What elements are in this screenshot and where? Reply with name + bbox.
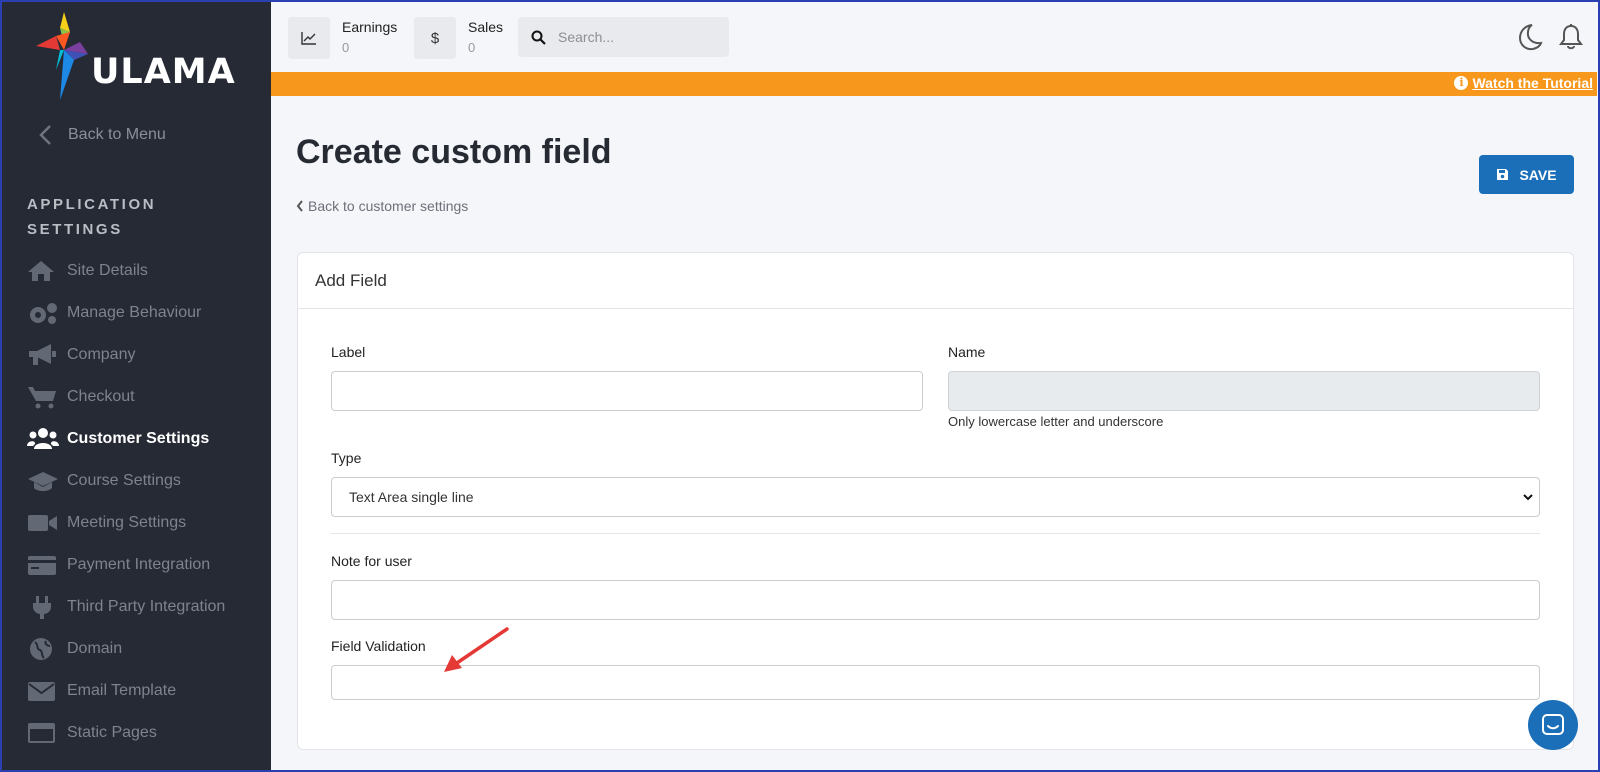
users-icon (27, 427, 59, 451)
floppy-disk-icon (1497, 169, 1509, 180)
sidebar-item-label: Manage Behaviour (67, 304, 202, 321)
sidebar-item-label: Checkout (67, 388, 135, 405)
sidebar-item-manage-behaviour[interactable]: Manage Behaviour (27, 292, 267, 334)
tutorial-banner: i Watch the Tutorial (271, 72, 1597, 96)
back-to-customer-settings-link[interactable]: Back to customer settings (296, 198, 468, 214)
back-to-menu-link[interactable]: Back to Menu (34, 123, 166, 147)
info-icon: i (1454, 76, 1469, 90)
sidebar-item-label: Third Party Integration (67, 598, 226, 615)
sidebar-item-label: Payment Integration (67, 556, 211, 573)
graduation-cap-icon (27, 469, 59, 493)
save-label: SAVE (1519, 166, 1557, 183)
page-title: Create custom field (296, 133, 612, 171)
search-box (518, 17, 729, 57)
chat-icon (1542, 714, 1564, 735)
note-input[interactable] (331, 580, 1540, 620)
type-select[interactable]: Text Area single line (331, 477, 1540, 517)
validation-field-label: Field Validation (331, 638, 426, 654)
type-field-label: Type (331, 450, 362, 466)
sidebar-item-payment-integration[interactable]: Payment Integration (27, 544, 267, 586)
top-bar: Earnings 0 $ Sales 0 (271, 3, 1597, 72)
brand-name: ULAMA (91, 52, 236, 92)
chevron-left-icon (39, 125, 51, 145)
sidebar: ULAMA Back to Menu APPLICATION SETTINGS … (0, 0, 271, 772)
field-validation-input[interactable] (331, 665, 1540, 700)
watch-tutorial-link[interactable]: i Watch the Tutorial (1454, 75, 1593, 91)
section-title: APPLICATION SETTINGS (27, 196, 157, 238)
search-input[interactable] (558, 29, 718, 45)
sidebar-item-meeting-settings[interactable]: Meeting Settings (27, 502, 267, 544)
window-icon (27, 721, 59, 745)
sidebar-item-label: Meeting Settings (67, 514, 187, 531)
sidebar-item-label: Static Pages (67, 724, 157, 741)
earnings-label: Earnings (342, 19, 398, 35)
sidebar-item-label: Customer Settings (67, 430, 210, 447)
save-button[interactable]: SAVE (1479, 155, 1574, 194)
search-icon (518, 30, 558, 45)
ulama-logo[interactable]: ULAMA (34, 10, 244, 102)
chat-launcher-button[interactable] (1528, 700, 1578, 750)
sidebar-item-static-pages[interactable]: Static Pages (27, 712, 267, 754)
watch-tutorial-label: Watch the Tutorial (1472, 75, 1593, 91)
bell-icon (1559, 24, 1583, 50)
card-title: Add Field (298, 253, 1573, 309)
back-to-menu-label: Back to Menu (68, 126, 166, 143)
video-icon (27, 511, 59, 535)
sidebar-item-site-details[interactable]: Site Details (27, 250, 267, 292)
sidebar-item-label: Course Settings (67, 472, 181, 489)
sidebar-item-label: Email Template (67, 682, 177, 699)
sidebar-item-checkout[interactable]: Checkout (27, 376, 267, 418)
sales-stat: $ Sales 0 (414, 17, 503, 59)
home-icon (27, 259, 59, 283)
earnings-value: 0 (342, 40, 350, 55)
notifications-button[interactable] (1558, 23, 1584, 56)
earnings-chart-icon (288, 17, 330, 59)
back-link-label: Back to customer settings (308, 198, 469, 214)
plug-icon (27, 595, 59, 619)
megaphone-icon (27, 343, 59, 367)
annotation-arrow-icon (444, 627, 509, 672)
globe-icon (27, 637, 59, 661)
form-divider (331, 533, 1540, 534)
chevron-down-icon (1523, 494, 1533, 501)
name-input[interactable] (948, 371, 1540, 411)
sidebar-item-domain[interactable]: Domain (27, 628, 267, 670)
sidebar-item-customer-settings[interactable]: Customer Settings (27, 418, 267, 460)
sidebar-item-label: Site Details (67, 262, 148, 279)
chevron-left-icon (296, 200, 303, 212)
type-selected-value: Text Area single line (349, 489, 474, 505)
sales-label: Sales (468, 19, 504, 35)
cart-icon (27, 385, 59, 409)
sidebar-item-label: Domain (67, 640, 123, 657)
label-field-label: Label (331, 344, 366, 360)
label-input[interactable] (331, 371, 923, 411)
gears-icon (27, 301, 59, 325)
envelope-icon (27, 679, 59, 703)
bird-logo-icon (36, 12, 88, 100)
moon-icon (1518, 24, 1543, 51)
name-field-label: Name (948, 344, 986, 360)
sidebar-item-course-settings[interactable]: Course Settings (27, 460, 267, 502)
sidebar-item-third-party-integration[interactable]: Third Party Integration (27, 586, 267, 628)
name-hint: Only lowercase letter and underscore (948, 414, 1164, 429)
credit-card-icon (27, 553, 59, 577)
sidebar-item-email-template[interactable]: Email Template (27, 670, 267, 712)
dark-mode-toggle[interactable] (1517, 23, 1543, 56)
note-field-label: Note for user (331, 553, 412, 569)
dollar-icon: $ (414, 17, 456, 59)
earnings-stat: Earnings 0 (288, 17, 397, 59)
sales-value: 0 (468, 40, 476, 55)
settings-nav: Site Details Manage Behaviour Company Ch… (27, 250, 267, 754)
sidebar-item-label: Company (67, 346, 136, 363)
sidebar-item-company[interactable]: Company (27, 334, 267, 376)
